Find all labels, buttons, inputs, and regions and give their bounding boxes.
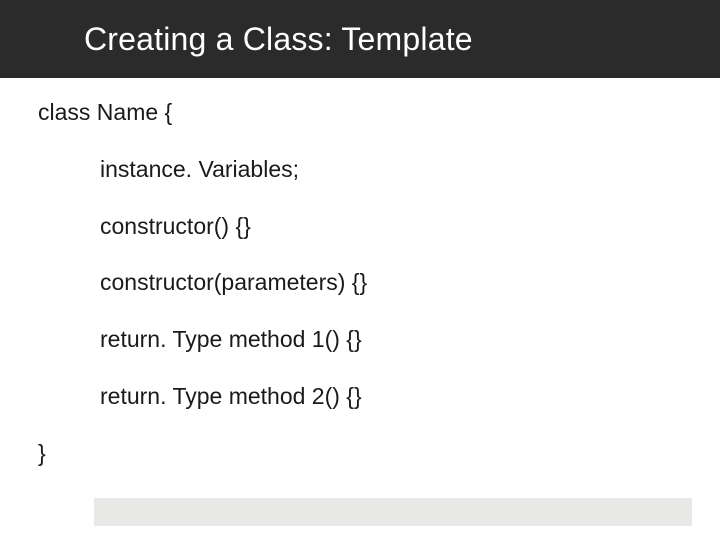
code-line-5: return. Type method 1() {} bbox=[38, 325, 682, 354]
code-line-7: } bbox=[38, 439, 682, 468]
code-line-1: class Name { bbox=[38, 98, 682, 127]
slide: Creating a Class: Template class Name { … bbox=[0, 0, 720, 540]
slide-body: class Name { instance. Variables; constr… bbox=[38, 98, 682, 467]
code-line-6: return. Type method 2() {} bbox=[38, 382, 682, 411]
code-line-4: constructor(parameters) {} bbox=[38, 268, 682, 297]
code-line-3: constructor() {} bbox=[38, 212, 682, 241]
footer-strip bbox=[94, 498, 692, 526]
title-bar: Creating a Class: Template bbox=[0, 0, 720, 78]
slide-title: Creating a Class: Template bbox=[84, 21, 473, 58]
code-line-2: instance. Variables; bbox=[38, 155, 682, 184]
